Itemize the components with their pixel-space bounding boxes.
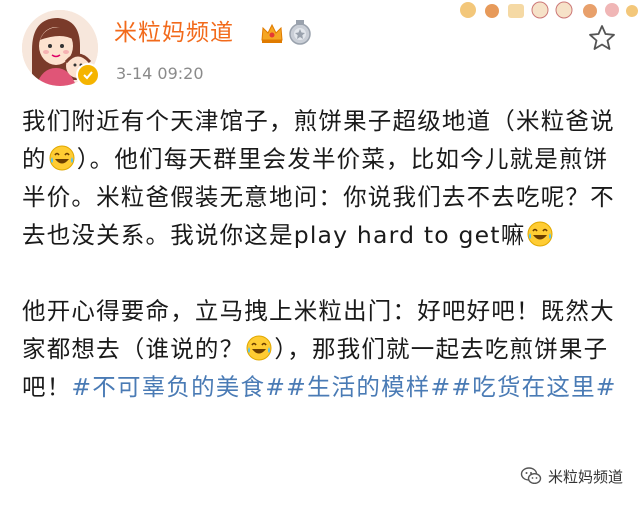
decorative-banner — [460, 1, 638, 19]
verified-badge-icon — [76, 63, 100, 87]
crown-badge-icon — [261, 23, 283, 43]
username[interactable]: 米粒妈频道 — [114, 18, 234, 48]
post-text: ）。他们每天群里会发半价菜，比如今儿就是煎饼半价。米粒爸假装无意地问：你说我们去… — [22, 145, 615, 249]
post-timestamp: 3-14 09:20 — [116, 64, 204, 83]
paragraph-1: 我们附近有个天津馆子，煎饼果子超级地道（米粒爸说的 ）。他们每天群里会发半价菜，比… — [22, 102, 622, 254]
hashtag-link[interactable]: #不可辜负的美食# — [71, 373, 286, 401]
star-icon[interactable] — [588, 24, 616, 52]
paragraph-2: 他开心得要命，立马拽上米粒出门：好吧好吧！既然大家都想去（谁说的？ ），那我们就一… — [22, 292, 622, 406]
hashtag-link[interactable]: #吃货在这里# — [451, 373, 616, 401]
medal-badge-icon — [289, 20, 311, 45]
laughing-crying-emoji-icon — [246, 335, 272, 361]
hashtag-link[interactable]: #生活的模样# — [286, 373, 451, 401]
laughing-crying-emoji-icon — [49, 145, 75, 171]
watermark: 米粒妈频道 — [520, 464, 623, 488]
wechat-icon — [520, 467, 542, 485]
post-body: 我们附近有个天津馆子，煎饼果子超级地道（米粒爸说的 ）。他们每天群里会发半价菜，比… — [22, 102, 622, 406]
laughing-crying-emoji-icon — [527, 221, 553, 247]
watermark-label: 米粒妈频道 — [548, 467, 624, 486]
